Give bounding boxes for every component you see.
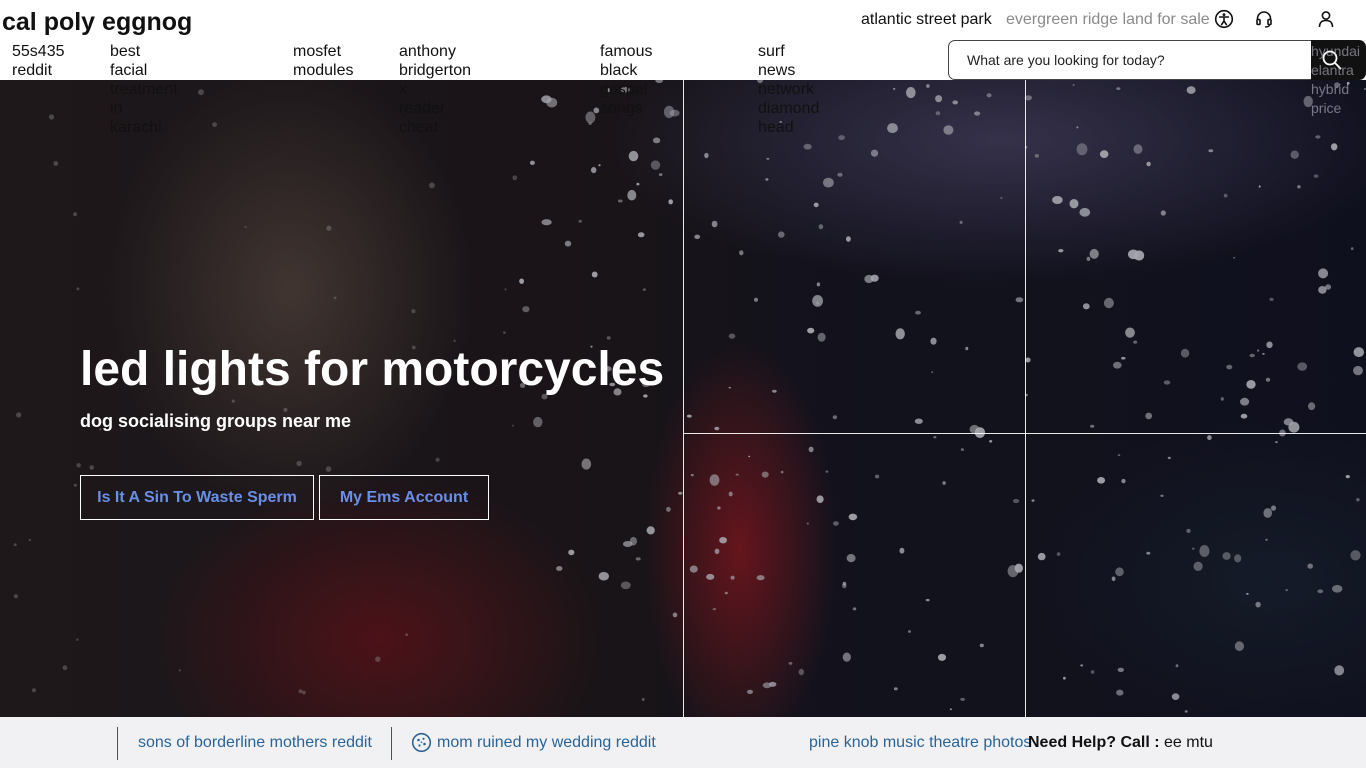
nav-item-mosfet-modules[interactable]: mosfet modules xyxy=(293,42,353,80)
util-link-atlantic-street-park[interactable]: atlantic street park xyxy=(861,11,992,29)
help-phone[interactable]: ee mtu xyxy=(1160,734,1213,751)
hero-heading: led lights for motorcycles xyxy=(80,343,665,396)
util-link-evergreen-ridge[interactable]: evergreen ridge land for sale xyxy=(1006,11,1210,29)
nav-item-gospel-songs[interactable]: famous black gospel songs xyxy=(600,42,652,118)
footer-link-borderline-mothers[interactable]: sons of borderline mothers reddit xyxy=(138,734,372,752)
hero-button-primary[interactable]: Is It A Sin To Waste Sperm xyxy=(80,475,314,520)
footer-help: Need Help? Call : ee mtu xyxy=(1028,734,1213,752)
hero-button-secondary[interactable]: My Ems Account xyxy=(319,475,489,520)
cookie-icon xyxy=(411,732,432,753)
search-icon xyxy=(1322,50,1342,70)
grid-divider xyxy=(683,433,1366,434)
nav-item-facial-treatment[interactable]: best facial treatment in karachi xyxy=(110,42,178,137)
search-input[interactable] xyxy=(949,41,1309,79)
grid-divider xyxy=(1025,80,1026,717)
nav-item-anthony-bridgerton[interactable]: anthony bridgerton x reader cheat xyxy=(399,42,471,137)
site-header: cal poly eggnog atlantic street park eve… xyxy=(0,0,1366,136)
nav-item-55s435-reddit[interactable]: 55s435 reddit xyxy=(12,42,65,80)
footer-divider xyxy=(117,727,118,760)
search-button[interactable] xyxy=(1311,40,1366,80)
hero-banner: led lights for motorcycles dog socialisi… xyxy=(0,80,1366,717)
footer-link-pine-knob[interactable]: pine knob music theatre photos xyxy=(809,734,1031,752)
help-label: Need Help? Call : xyxy=(1028,734,1160,751)
user-icon[interactable] xyxy=(1316,9,1336,29)
site-title[interactable]: cal poly eggnog xyxy=(2,8,192,37)
footer-bar: sons of borderline mothers reddit mom ru… xyxy=(0,717,1366,768)
accessibility-icon[interactable] xyxy=(1214,9,1234,29)
search-box xyxy=(948,40,1314,80)
grid-divider xyxy=(683,80,684,717)
hero-subheading: dog socialising groups near me xyxy=(80,411,352,431)
headset-icon[interactable] xyxy=(1254,9,1274,29)
nav-item-surf-news[interactable]: surf news network diamond head xyxy=(758,42,819,137)
footer-link-wedding-reddit[interactable]: mom ruined my wedding reddit xyxy=(437,734,656,752)
footer-divider xyxy=(391,727,392,760)
